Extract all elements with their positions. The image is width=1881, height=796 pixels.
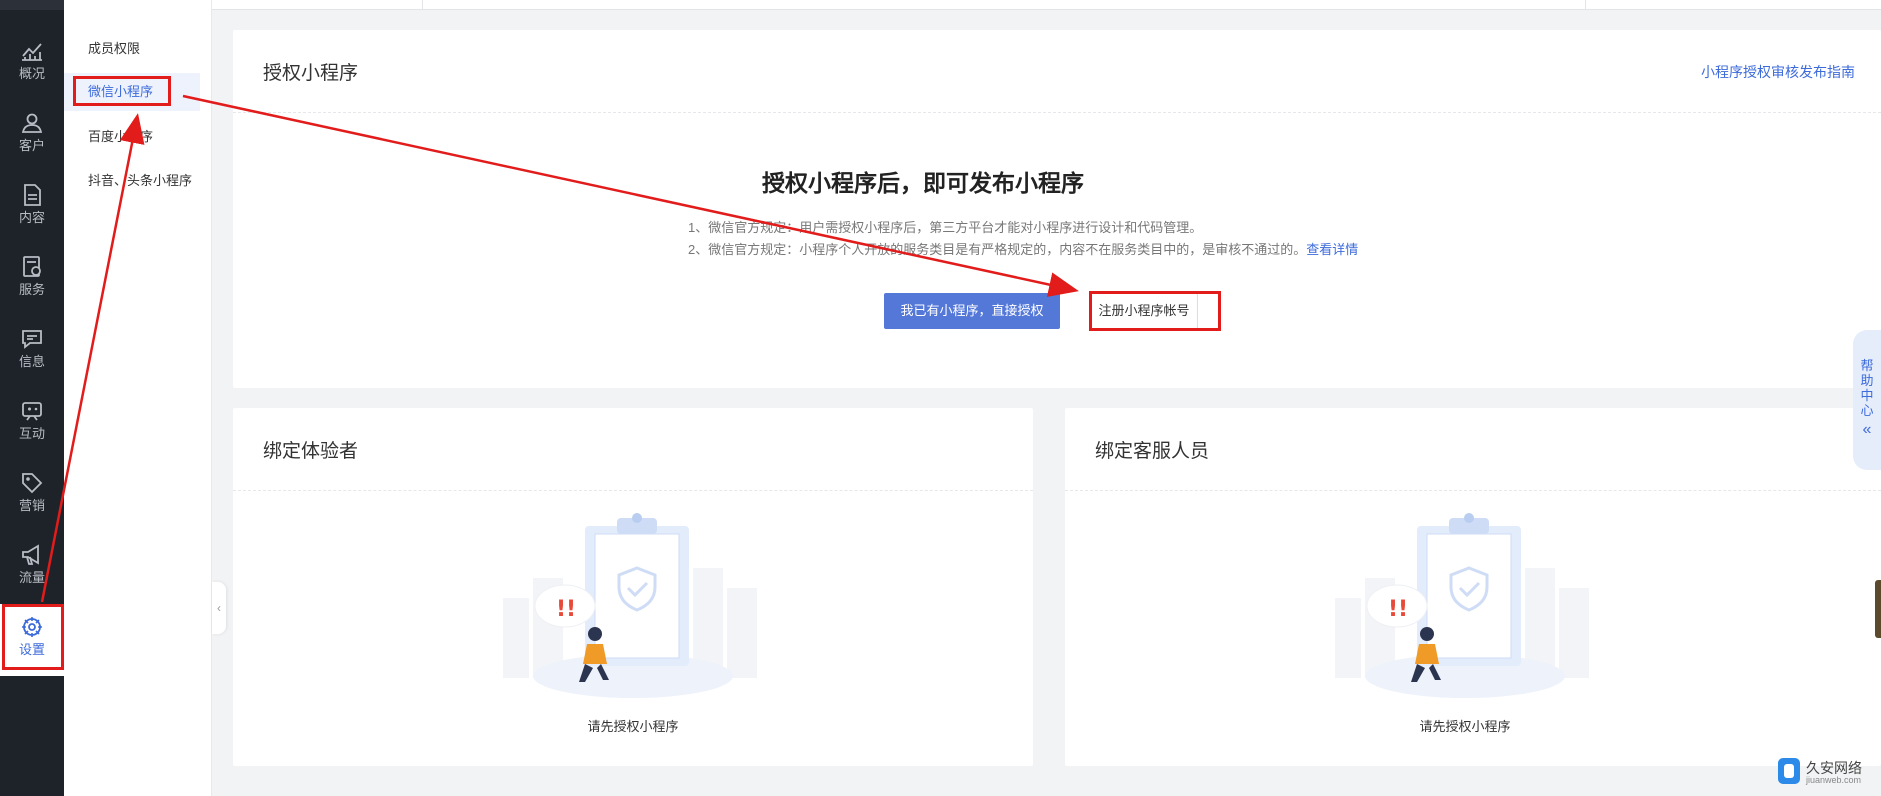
watermark-url: jiuanweb.com (1806, 775, 1862, 785)
watermark-logo-icon (1778, 758, 1800, 784)
empty-state-illustration: !! (1335, 513, 1589, 698)
authorize-heading: 授权小程序后，即可发布小程序 (762, 170, 1084, 196)
divider (233, 112, 1881, 113)
svg-text:!!: !! (1388, 597, 1408, 622)
chevron-left-icon: « (1862, 421, 1872, 438)
nav-item-content[interactable]: 内容 (0, 172, 64, 244)
rules-text: 1、微信官方规定：用户需授权小程序后，第三方平台才能对小程序进行设计和代码管理。… (688, 217, 1358, 261)
interaction-icon (19, 398, 45, 424)
top-bar-divider (422, 0, 423, 10)
nav-item-label: 流量 (18, 570, 45, 585)
document-icon (19, 182, 45, 208)
nav-item-label: 概况 (18, 66, 45, 81)
bind-service-card: 绑定客服人员 !! 请先授权小程序 (1065, 408, 1881, 766)
view-details-link[interactable]: 查看详情 (1306, 242, 1358, 257)
tag-icon (19, 470, 45, 496)
nav-item-interaction[interactable]: 互动 (0, 388, 64, 460)
help-center-tab[interactable]: 帮助中心 « (1853, 330, 1881, 470)
top-bar-divider (1585, 0, 1586, 10)
rule-line: 2、微信官方规定：小程序个人开放的服务类目是有严格规定的，内容不在服务类目中的，… (688, 239, 1358, 261)
scrollbar-handle[interactable] (1875, 580, 1881, 638)
submenu-item-member-permissions[interactable]: 成员权限 (64, 30, 200, 68)
card-title: 绑定客服人员 (1095, 441, 1210, 462)
divider (233, 490, 1033, 491)
nav-item-overview[interactable]: 概况 (0, 28, 64, 100)
svg-text:!!: !! (556, 597, 576, 622)
nav-item-label: 客户 (18, 138, 45, 153)
submenu-item-baidu-miniprogram[interactable]: 百度小程序 (64, 118, 200, 156)
nav-separator (0, 670, 64, 674)
nav-item-label: 互动 (18, 426, 45, 441)
guide-link[interactable]: 小程序授权审核发布指南 (1701, 62, 1855, 82)
nav-item-service[interactable]: 服务 (0, 244, 64, 316)
bind-testers-card: 绑定体验者 !! 请先授权小程序 (233, 408, 1033, 766)
collapse-submenu-button[interactable]: ‹ (212, 582, 226, 634)
watermark: 久安网络 jiuanweb.com (1778, 758, 1878, 788)
rule-line: 1、微信官方规定：用户需授权小程序后，第三方平台才能对小程序进行设计和代码管理。 (688, 220, 1203, 235)
nav-item-traffic[interactable]: 流量 (0, 532, 64, 604)
submenu-item-douyin-miniprogram[interactable]: 抖音、头条小程序 (64, 162, 200, 200)
annotation-box (73, 76, 171, 106)
message-icon (19, 326, 45, 352)
empty-state-text: 请先授权小程序 (1419, 719, 1511, 734)
rule-text: 2、微信官方规定：小程序个人开放的服务类目是有严格规定的，内容不在服务类目中的，… (688, 242, 1307, 257)
nav-item-label: 服务 (18, 282, 45, 297)
nav-item-messages[interactable]: 信息 (0, 316, 64, 388)
top-bar (212, 0, 1881, 10)
nav-item-label: 信息 (18, 354, 45, 369)
divider (1065, 490, 1881, 491)
empty-state-text: 请先授权小程序 (587, 719, 679, 734)
authorize-button[interactable]: 我已有小程序，直接授权 (884, 293, 1060, 329)
annotation-box (2, 604, 64, 670)
nav-item-marketing[interactable]: 营销 (0, 460, 64, 532)
main-nav: 概况 客户 内容 服务 信息 互动 营销 流量 设置 (0, 0, 64, 796)
card-title: 授权小程序 (263, 63, 359, 84)
nav-item-label: 内容 (18, 210, 45, 225)
nav-header (0, 0, 64, 10)
annotation-box (1089, 291, 1221, 331)
user-icon (19, 110, 45, 136)
nav-item-customers[interactable]: 客户 (0, 100, 64, 172)
megaphone-icon (19, 542, 45, 568)
empty-state-illustration: !! (503, 513, 757, 698)
settings-submenu: 成员权限 微信小程序 百度小程序 抖音、头条小程序 (64, 0, 212, 796)
nav-item-label: 营销 (18, 498, 45, 513)
authorize-card: 授权小程序 小程序授权审核发布指南 授权小程序后，即可发布小程序 1、微信官方规… (233, 30, 1881, 388)
service-icon (19, 254, 45, 280)
chart-icon (19, 38, 45, 64)
help-center-label: 帮助中心 (1860, 358, 1874, 418)
card-title: 绑定体验者 (263, 441, 359, 462)
